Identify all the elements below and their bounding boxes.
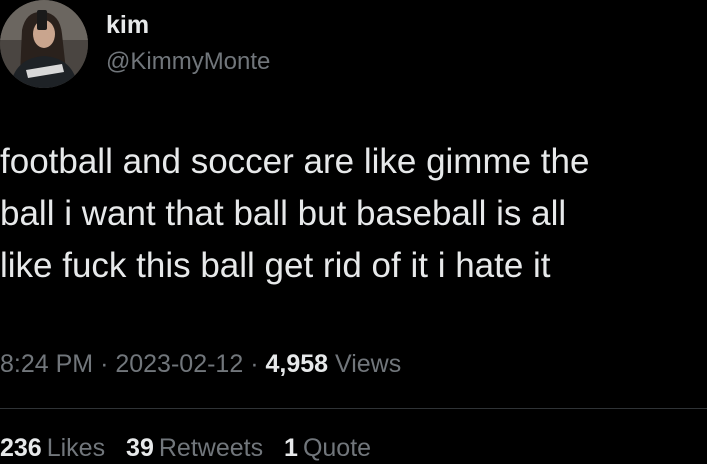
retweets-label: Retweets <box>158 434 264 462</box>
tweet-text-line: football and soccer are like gimme the <box>0 142 590 181</box>
engagement-stats: 236 Likes 39 Retweets 1 Quote <box>0 432 385 464</box>
views-count: 4,958 <box>265 350 329 378</box>
author-handle[interactable]: @KimmyMonte <box>106 47 270 77</box>
retweets-link[interactable]: 39 Retweets <box>126 432 263 464</box>
views-label: Views <box>334 350 402 378</box>
likes-link[interactable]: 236 Likes <box>0 432 105 464</box>
avatar-photo <box>0 0 88 88</box>
tweet-card: kim @KimmyMonte football and soccer are … <box>0 0 707 462</box>
tweet-metadata: 8:24 PM · 2023-02-12 · 4,958 Views <box>0 348 401 380</box>
tweet-time[interactable]: 8:24 PM <box>0 350 93 378</box>
tweet-text: football and soccer are like gimme the b… <box>0 136 707 292</box>
avatar[interactable] <box>0 0 88 88</box>
divider <box>0 408 707 409</box>
tweet-date[interactable]: 2023-02-12 <box>115 350 243 378</box>
author-display-name[interactable]: kim <box>106 10 149 40</box>
meta-separator: · <box>100 350 109 378</box>
meta-separator: · <box>250 350 259 378</box>
likes-count: 236 <box>0 434 42 462</box>
tweet-text-line: ball i want that ball but baseball is al… <box>0 194 567 233</box>
tweet-text-line: like fuck this ball get rid of it i hate… <box>0 246 551 285</box>
quotes-count: 1 <box>284 434 298 462</box>
quotes-link[interactable]: 1 Quote <box>284 432 371 464</box>
quotes-label: Quote <box>302 434 372 462</box>
retweets-count: 39 <box>126 434 154 462</box>
likes-label: Likes <box>46 434 106 462</box>
